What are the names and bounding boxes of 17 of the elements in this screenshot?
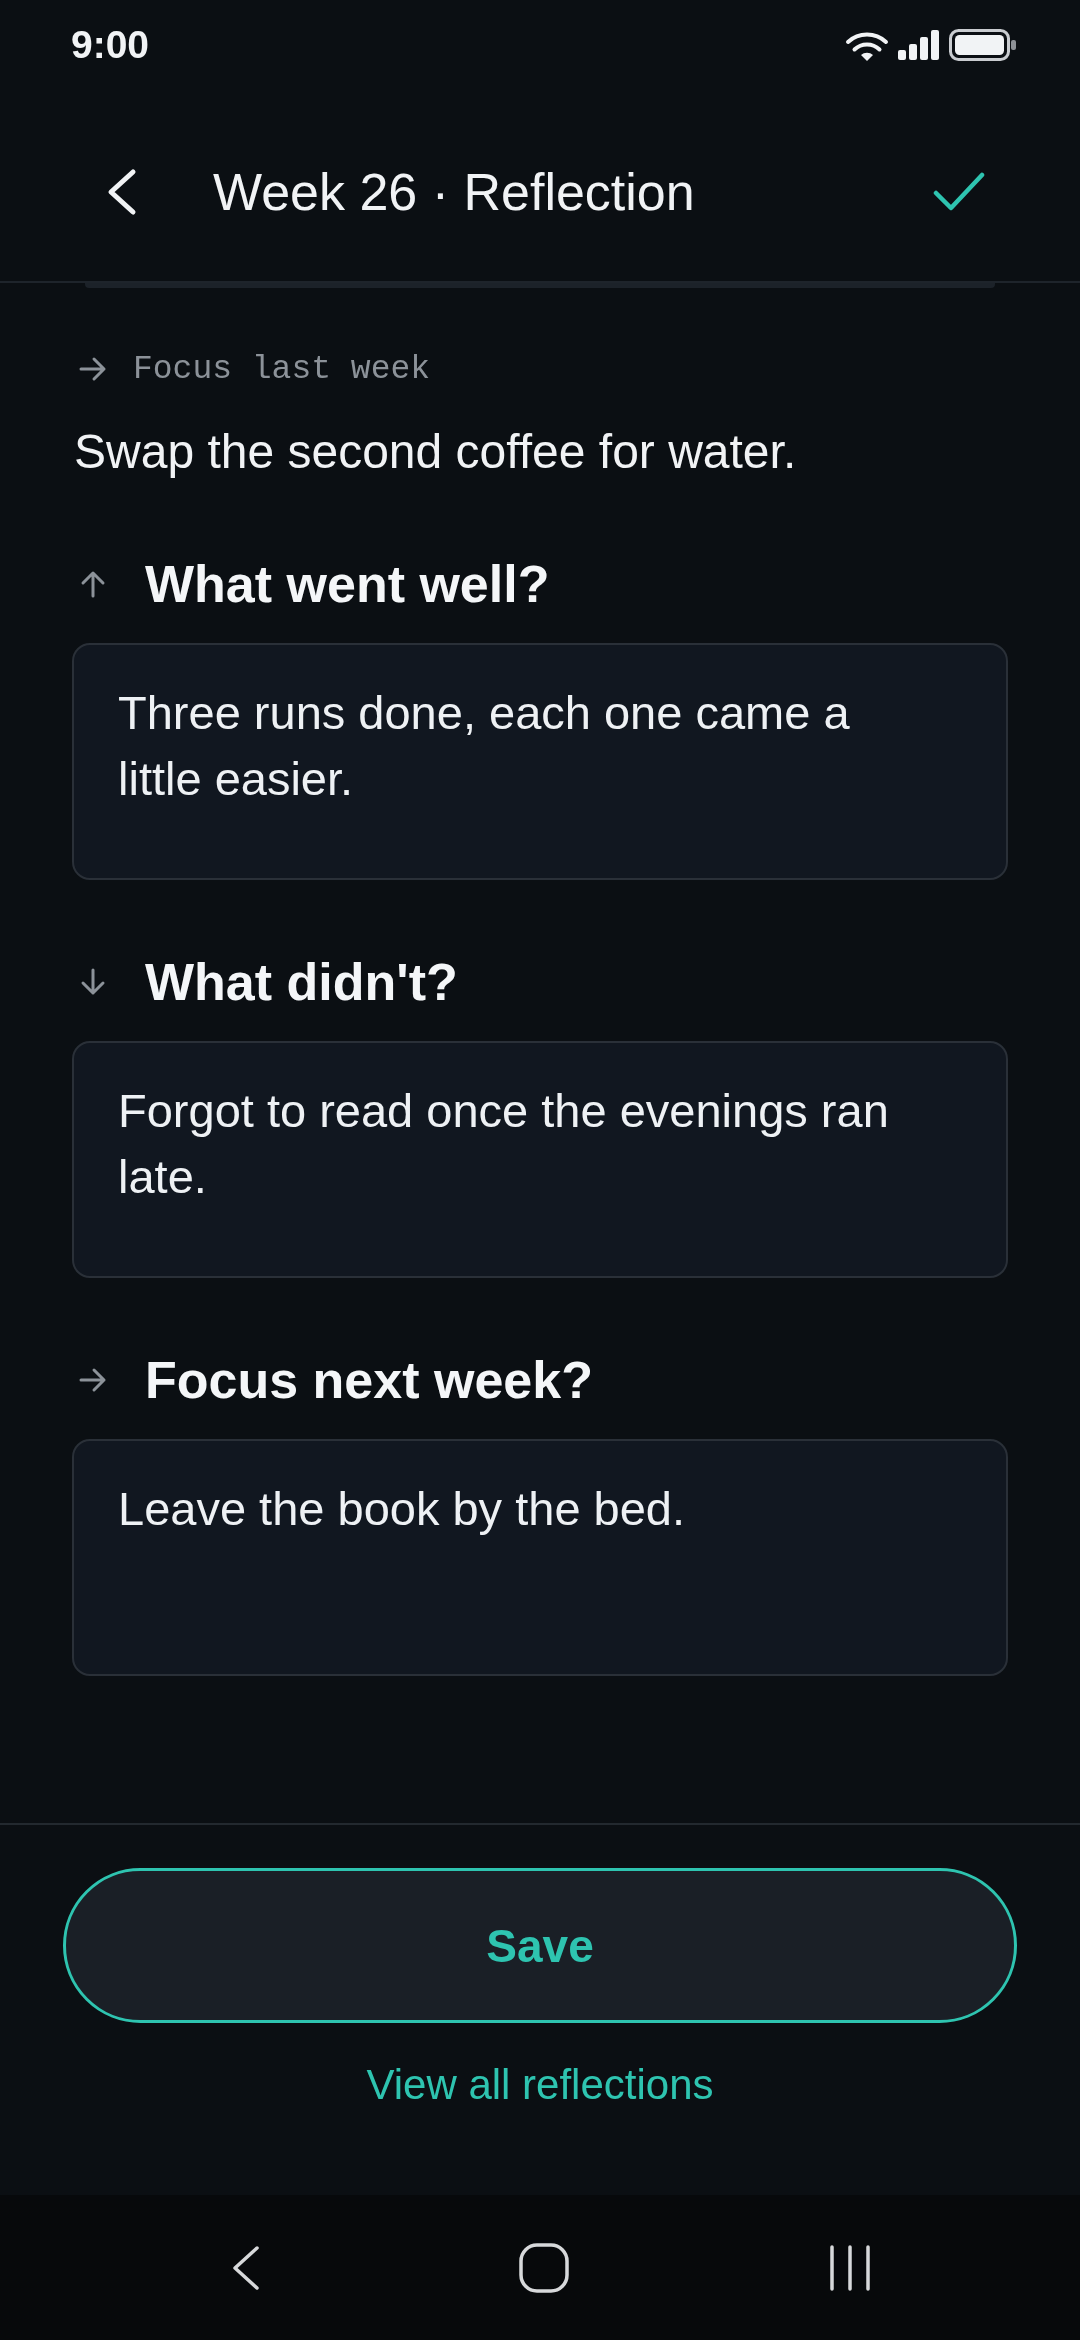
checkmark-icon[interactable] [933, 171, 985, 212]
save-button[interactable]: Save [63, 1868, 1017, 2023]
answer-field[interactable]: Forgot to read once the evenings ran late. [72, 1041, 1008, 1278]
signal-icon [898, 30, 940, 60]
recents-icon[interactable] [827, 2243, 873, 2292]
status-time: 9:00 [71, 23, 150, 67]
answer-field[interactable]: Leave the book by the bed. [72, 1439, 1008, 1676]
previous-focus-text: Swap the second coffee for water. [73, 424, 797, 480]
question-heading: Focus next week? [145, 1350, 593, 1410]
question-heading: What went well? [145, 554, 550, 614]
view-reflections-link[interactable]: View all reflections [366, 2057, 714, 2113]
battery-icon [949, 29, 1016, 61]
answer-field[interactable]: Three runs done, each one came a little easier. [72, 643, 1008, 880]
home-icon[interactable] [519, 2242, 569, 2293]
previous-focus-label: Focus last week [133, 350, 431, 388]
screen-title: Week 26 · Reflection [213, 161, 696, 222]
question-heading: What didn't? [145, 952, 458, 1012]
